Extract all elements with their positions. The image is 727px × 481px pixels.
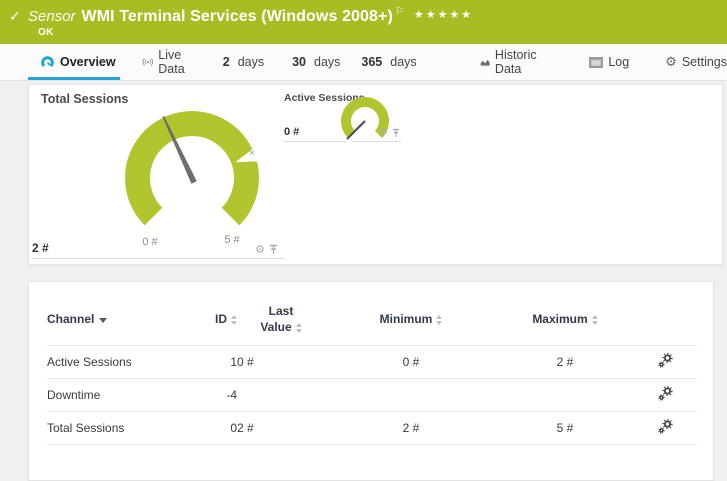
sensor-overview-page: ✓ Sensor WMI Terminal Services (Windows 2…	[0, 0, 727, 481]
gauge-title-total-sessions: Total Sessions	[41, 92, 129, 106]
sort-desc-icon	[99, 317, 108, 323]
channel-maximum	[497, 378, 633, 413]
gauge-pin-icon[interactable]	[269, 244, 278, 255]
sort-icon	[436, 315, 443, 326]
column-header-last-value-label: Last Value	[260, 304, 294, 335]
column-header-maximum[interactable]: Maximum	[497, 295, 633, 347]
channel-name: Downtime	[47, 378, 197, 413]
channel-id: -4	[197, 378, 237, 413]
sensor-header-bar: ✓ Sensor WMI Terminal Services (Windows 2…	[0, 0, 727, 44]
tab-30-days[interactable]: 30 days	[292, 44, 340, 80]
sort-icon	[591, 315, 598, 326]
total-sessions-value: 2 #	[32, 241, 49, 255]
table-row: Total Sessions 0 2 # 2 # 5 #	[47, 411, 697, 446]
gear-icon: ⚙	[665, 54, 677, 70]
column-header-minimum[interactable]: Minimum	[325, 295, 497, 347]
gauge-toolbar-active: ⚙	[379, 128, 400, 138]
channel-minimum: 0 #	[325, 345, 497, 380]
historic-data-icon	[480, 59, 490, 66]
table-header-row: Channel ID Last Value Minimum Maximum	[47, 295, 697, 347]
tab-bar: Overview Live Data 2 days 30 days 365 da…	[0, 44, 727, 81]
tab-365-days-label: days	[390, 55, 417, 69]
channel-last-value	[237, 378, 325, 413]
column-header-id[interactable]: ID	[197, 295, 237, 347]
tab-2-days-number: 2	[222, 55, 230, 69]
gauge-pin-icon[interactable]	[392, 128, 400, 138]
channels-table: Channel ID Last Value Minimum Maximum Ac…	[47, 295, 697, 446]
gauge-icon	[41, 55, 54, 67]
tab-365-days-number: 365	[361, 55, 383, 69]
tab-30-days-number: 30	[292, 55, 306, 69]
column-header-channel[interactable]: Channel	[47, 295, 197, 347]
active-sessions-value: 0 #	[284, 126, 300, 138]
flag-icon[interactable]: ⚐	[395, 6, 404, 17]
tab-live-data-label: Live Data	[158, 48, 185, 76]
column-header-last-value[interactable]: Last Value	[237, 295, 325, 347]
channel-name: Active Sessions	[47, 345, 197, 380]
sort-icon	[231, 315, 237, 326]
column-header-id-label: ID	[215, 312, 227, 327]
active-sessions-gauge[interactable]	[335, 89, 395, 149]
tab-historic-data-label: Historic Data	[494, 48, 537, 76]
tab-overview-label: Overview	[60, 55, 116, 69]
gauge-scale-max: 5 #	[224, 234, 240, 246]
status-ok-check-icon: ✓	[9, 8, 21, 24]
tab-2-days[interactable]: 2 days	[223, 44, 264, 80]
channel-minimum: 2 #	[325, 411, 497, 446]
sort-icon	[295, 323, 302, 334]
tab-365-days[interactable]: 365 days	[361, 44, 416, 80]
table-row: Active Sessions 1 0 # 0 # 2 #	[47, 345, 697, 380]
channel-maximum: 2 #	[497, 345, 633, 380]
channel-minimum	[325, 378, 497, 413]
column-header-minimum-label: Minimum	[379, 312, 433, 327]
gauge-gear-icon[interactable]: ⚙	[255, 244, 265, 255]
channel-id: 1	[197, 345, 237, 380]
total-sessions-gauge[interactable]	[117, 100, 267, 255]
tab-settings[interactable]: ⚙ Settings	[665, 44, 727, 80]
priority-stars[interactable]: ★★★★★	[414, 9, 473, 21]
gauge-panel-active-sessions: Active Sessions 0 # ⚙	[284, 85, 401, 145]
log-icon	[589, 56, 604, 68]
tab-historic-data[interactable]: Historic Data	[480, 44, 548, 80]
channel-settings-icon[interactable]	[657, 419, 673, 437]
tab-2-days-label: days	[237, 55, 265, 69]
table-row: Downtime -4	[47, 378, 697, 413]
gauge-toolbar-total: ⚙	[255, 244, 278, 255]
column-header-settings	[633, 295, 697, 347]
sensor-title-row: Sensor WMI Terminal Services (Windows 200…	[28, 6, 473, 26]
channel-last-value: 2 #	[237, 411, 325, 446]
gauge-panel-total-sessions: Total Sessions × 0 # 5 # 2 # ⚙	[31, 85, 284, 259]
channel-settings-icon[interactable]	[657, 353, 673, 371]
sensor-title: WMI Terminal Services (Windows 2008+)	[81, 8, 393, 25]
tab-settings-label: Settings	[681, 55, 727, 69]
channels-panel: Channel ID Last Value Minimum Maximum Ac…	[28, 281, 714, 481]
tab-log[interactable]: Log	[589, 44, 629, 80]
sensor-kind-label: Sensor	[28, 8, 76, 25]
tab-30-days-label: days	[314, 55, 341, 69]
gauge-scale-min: 0 #	[142, 236, 158, 248]
gauges-panel: Total Sessions × 0 # 5 # 2 # ⚙ Active Se	[28, 84, 723, 265]
channel-maximum: 5 #	[497, 411, 633, 446]
tab-live-data[interactable]: Live Data	[142, 44, 197, 80]
tab-log-label: Log	[608, 55, 630, 69]
tab-overview[interactable]: Overview	[28, 44, 120, 80]
column-header-maximum-label: Maximum	[532, 312, 588, 327]
channel-last-value: 0 #	[237, 345, 325, 380]
channel-name: Total Sessions	[47, 411, 197, 446]
channel-settings-icon[interactable]	[657, 386, 673, 404]
live-data-icon	[142, 58, 153, 66]
sensor-status-text: OK	[38, 27, 54, 38]
channel-id: 0	[197, 411, 237, 446]
gauge-gear-icon[interactable]: ⚙	[379, 128, 388, 138]
column-header-channel-label: Channel	[47, 312, 95, 327]
gauge-marker-x: ×	[249, 148, 255, 159]
